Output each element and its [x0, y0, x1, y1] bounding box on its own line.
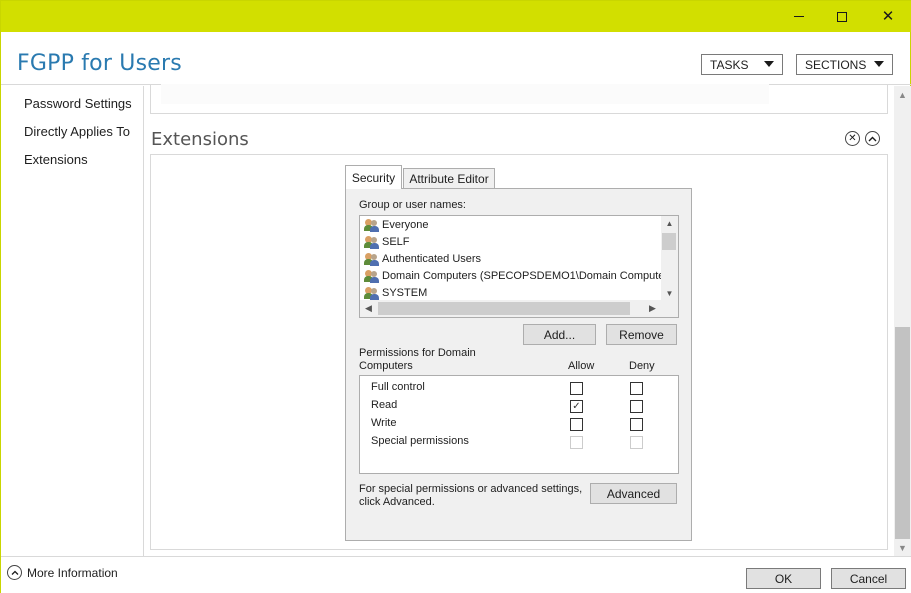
deny-checkbox[interactable]	[630, 436, 643, 449]
permission-name: Special permissions	[371, 435, 469, 447]
user-name: Authenticated Users	[382, 253, 482, 265]
close-window-button[interactable]: ✕	[865, 1, 911, 32]
sections-label: SECTIONS	[805, 57, 867, 72]
ok-button[interactable]: OK	[746, 568, 821, 589]
tasks-dropdown-button[interactable]: TASKS	[701, 54, 783, 75]
scroll-left-icon[interactable]: ◀	[360, 300, 377, 317]
maximize-button[interactable]	[819, 1, 865, 32]
scrollbar-thumb[interactable]	[662, 233, 676, 250]
users-icon	[364, 252, 380, 266]
footer: More Information OK Cancel	[1, 556, 911, 593]
permissions-list: Full control Read ✓ Write Special permis…	[359, 375, 679, 474]
users-icon	[364, 269, 380, 283]
group-or-user-names-label: Group or user names:	[359, 199, 466, 211]
list-item[interactable]: SELF	[364, 234, 410, 250]
list-item[interactable]: SYSTEM	[364, 285, 427, 301]
list-item[interactable]: Everyone	[364, 217, 428, 233]
scroll-up-icon[interactable]: ▲	[661, 216, 678, 230]
chevron-up-icon	[7, 565, 22, 580]
extensions-section-title: Extensions	[151, 129, 249, 150]
allow-checkbox[interactable]	[570, 382, 583, 395]
user-list-horizontal-scrollbar[interactable]: ◀ ▶	[360, 300, 678, 317]
tasks-label: TASKS	[710, 57, 749, 72]
maximize-icon	[837, 11, 847, 22]
caret-down-icon	[874, 61, 884, 67]
list-item[interactable]: Domain Computers (SPECOPSDEMO1\Domain Co…	[364, 268, 674, 284]
remove-button[interactable]: Remove	[606, 324, 677, 345]
nav-item-password-settings[interactable]: Password Settings	[24, 96, 132, 111]
more-information-label: More Information	[27, 565, 118, 580]
cancel-button[interactable]: Cancel	[831, 568, 906, 589]
permission-row: Read ✓	[360, 397, 678, 415]
deny-checkbox[interactable]	[630, 382, 643, 395]
permission-row: Full control	[360, 379, 678, 397]
user-list-vertical-scrollbar[interactable]: ▲ ▼	[661, 216, 678, 300]
scroll-right-icon[interactable]: ▶	[644, 300, 661, 317]
allow-checkbox[interactable]	[570, 418, 583, 431]
permission-name: Full control	[371, 381, 425, 393]
close-icon: ✕	[881, 7, 895, 25]
nav-item-extensions[interactable]: Extensions	[24, 152, 88, 167]
list-item[interactable]: Authenticated Users	[364, 251, 481, 267]
security-tab-panel: Group or user names: Everyone SELF Authe…	[345, 188, 692, 541]
chevron-up-icon	[868, 136, 877, 141]
user-name: SELF	[382, 236, 410, 248]
users-icon	[364, 286, 380, 300]
user-name: Domain Computers (SPECOPSDEMO1\Domain Co…	[382, 270, 674, 282]
previous-section-inner	[161, 84, 769, 104]
tab-attribute-editor[interactable]: Attribute Editor	[403, 168, 495, 189]
title-bar: ✕	[1, 1, 911, 32]
scroll-down-icon[interactable]: ▼	[894, 539, 911, 556]
main-vertical-scrollbar[interactable]: ▲ ▼	[894, 86, 911, 556]
user-name: Everyone	[382, 219, 429, 231]
previous-section-box	[150, 84, 888, 114]
window: ✕ FGPP for Users TASKS SECTIONS Password…	[0, 0, 911, 593]
users-icon	[364, 235, 380, 249]
nav-item-directly-applies-to[interactable]: Directly Applies To	[24, 124, 130, 139]
allow-checkbox[interactable]	[570, 436, 583, 449]
permission-row: Write	[360, 415, 678, 433]
close-icon: ✕	[848, 132, 857, 144]
scroll-down-icon[interactable]: ▼	[661, 286, 678, 300]
page-title: FGPP for Users	[17, 51, 182, 76]
user-name: SYSTEM	[382, 287, 428, 299]
users-icon	[364, 218, 380, 232]
section-close-button[interactable]: ✕	[845, 131, 860, 146]
scrollbar-thumb[interactable]	[895, 327, 910, 539]
permission-name: Write	[371, 417, 397, 429]
permission-row: Special permissions	[360, 433, 678, 451]
tab-security[interactable]: Security	[345, 165, 402, 189]
deny-checkbox[interactable]	[630, 400, 643, 413]
minimize-button[interactable]	[776, 1, 822, 32]
permissions-label: Permissions for Domain Computers	[359, 347, 476, 372]
scrollbar-thumb[interactable]	[378, 302, 630, 315]
minimize-icon	[794, 16, 804, 17]
deny-column-header: Deny	[629, 360, 655, 372]
user-list[interactable]: Everyone SELF Authenticated Users Domain…	[359, 215, 679, 318]
more-information-toggle[interactable]: More Information	[7, 565, 118, 580]
caret-down-icon	[764, 61, 774, 67]
advanced-button[interactable]: Advanced	[590, 483, 677, 504]
advanced-hint-text: For special permissions or advanced sett…	[359, 483, 583, 508]
permission-name: Read	[371, 399, 398, 411]
sections-dropdown-button[interactable]: SECTIONS	[796, 54, 893, 75]
section-collapse-button[interactable]	[865, 131, 880, 146]
scroll-up-icon[interactable]: ▲	[894, 86, 911, 103]
security-properties-panel: Security Attribute Editor Group or user …	[345, 165, 692, 541]
allow-column-header: Allow	[568, 360, 595, 372]
left-nav: Password Settings Directly Applies To Ex…	[1, 86, 144, 556]
header: FGPP for Users TASKS SECTIONS	[1, 32, 911, 85]
deny-checkbox[interactable]	[630, 418, 643, 431]
add-button[interactable]: Add...	[523, 324, 596, 345]
allow-checkbox[interactable]: ✓	[570, 400, 583, 413]
